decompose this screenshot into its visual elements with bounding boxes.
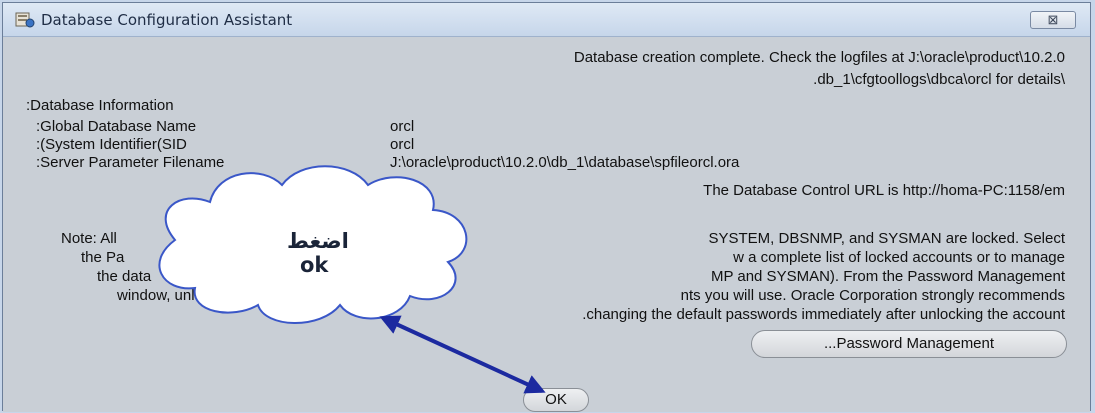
callout-arabic-text: اضغط [287,229,349,253]
note-line2-start: the Pa [81,249,125,266]
db-info-label-spfile: :Server Parameter Filename [36,154,225,171]
note-line3-start: the data [97,268,152,285]
callout-ok-text: ok [300,253,329,277]
note-line1-end: SYSTEM, DBSNMP, and SYSMAN are locked. S… [708,230,1065,247]
note-line2-end: w a complete list of locked accounts or … [733,249,1065,266]
dbca-app-icon [15,12,35,28]
note-line5: .changing the default passwords immediat… [582,306,1065,323]
db-info-value-global-name: orcl [390,118,415,135]
note-line4-start: window, unlock [117,287,218,304]
note-line1-start: Note: All [61,230,117,247]
ok-button[interactable]: OK [523,388,589,412]
db-info-label-sid: :(System Identifier(SID [36,136,187,153]
password-management-button[interactable]: ...Password Management [751,330,1067,358]
db-info-heading: :Database Information [26,97,174,114]
dbca-window: Database Configuration Assistant ⊠ Datab… [2,2,1091,412]
control-url: The Database Control URL is http://homa-… [703,182,1065,199]
db-info-label-global-name: :Global Database Name [36,118,197,135]
note-line3-end: MP and SYSMAN). From the Password Manage… [710,268,1065,285]
window-title: Database Configuration Assistant [41,11,293,29]
completion-message-line1: Database creation complete. Check the lo… [573,49,1065,66]
db-info-value-sid: orcl [390,136,415,153]
note-line4-end: nts you will use. Oracle Corporation str… [680,287,1065,304]
close-button[interactable]: ⊠ [1030,11,1076,29]
db-info-value-spfile: J:\oracle\product\10.2.0\db_1\database\s… [390,154,740,171]
close-icon: ⊠ [1047,12,1059,27]
title-bar: Database Configuration Assistant ⊠ [3,3,1090,37]
dialog-content: Database creation complete. Check the lo… [3,37,1090,412]
completion-message-line2: .db_1\cfgtoollogs\dbca\orcl for details\ [813,71,1065,88]
